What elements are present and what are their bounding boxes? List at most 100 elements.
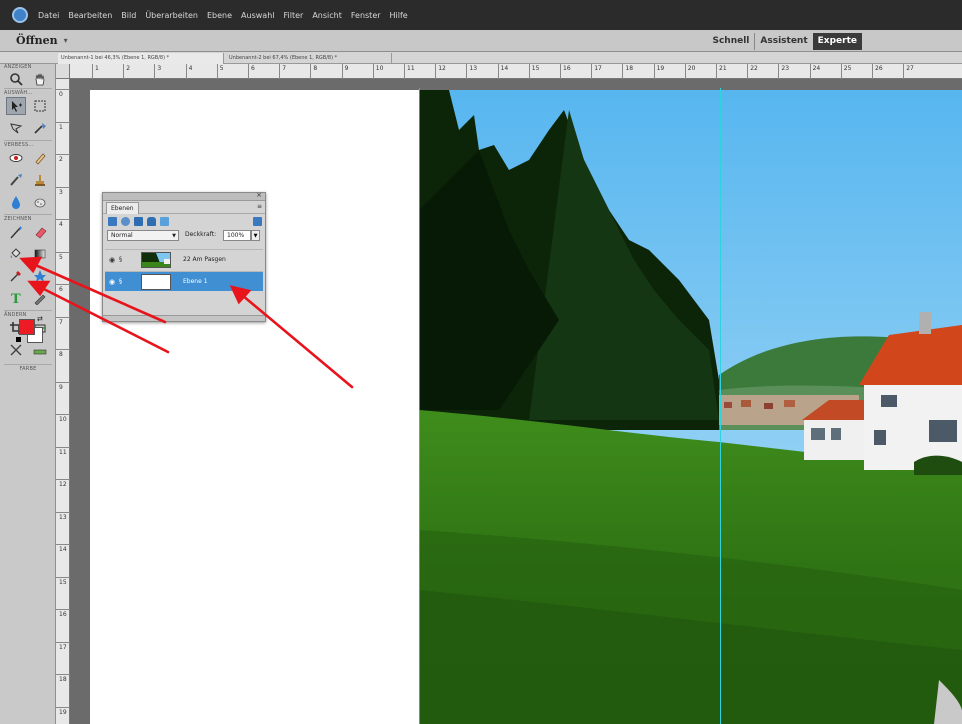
ruler-label-h: 12	[438, 65, 446, 72]
menu-auswahl[interactable]: Auswahl	[241, 11, 274, 20]
open-dropdown-icon[interactable]: ▾	[64, 36, 68, 45]
content-aware-move-icon[interactable]	[6, 341, 26, 359]
straighten-tool-icon[interactable]	[30, 341, 50, 359]
menu-datei[interactable]: Datei	[38, 11, 59, 20]
ruler-tick-v: 11	[56, 446, 70, 456]
ruler-corner	[56, 64, 70, 79]
toolbox-section-aendern: ÄNDERN	[4, 310, 52, 318]
smart-brush-icon[interactable]	[6, 171, 26, 189]
ruler-label-h: 6	[251, 65, 255, 72]
ruler-tick-h: 10	[372, 64, 383, 79]
default-colors-icon[interactable]	[16, 337, 21, 342]
opacity-dropdown-icon[interactable]: ▼	[251, 230, 260, 241]
adjustment-layer-icon[interactable]	[121, 217, 130, 226]
gradient-tool-icon[interactable]	[30, 245, 50, 263]
ruler-label-h: 3	[157, 65, 162, 72]
ruler-tick-h: 4	[185, 64, 192, 79]
doc-tab-1[interactable]: Unbenannt-1 bei 46,3% (Ebene 1, RGB/8) *	[58, 53, 224, 64]
ruler-tick-v: 3	[56, 186, 70, 196]
layers-panel-resize-handle[interactable]	[103, 315, 265, 321]
new-layer-icon[interactable]	[108, 217, 117, 226]
panel-menu-icon[interactable]: ≡	[257, 203, 262, 210]
ruler-tick-h: 21	[716, 64, 727, 79]
spot-healing-icon[interactable]	[30, 149, 50, 167]
app-logo-icon[interactable]	[12, 7, 28, 23]
pencil-tool-icon[interactable]	[30, 289, 50, 307]
mode-schnell[interactable]: Schnell	[707, 33, 754, 50]
ruler-tick-h: 17	[591, 64, 602, 79]
layer-row-photo[interactable]: ◉ § 22 Am Pasgen	[105, 249, 263, 269]
foreground-color-swatch[interactable]	[19, 319, 35, 335]
menu-ansicht[interactable]: Ansicht	[312, 11, 342, 20]
ruler-tick-v: 10	[56, 414, 70, 423]
layers-panel-titlebar[interactable]: ×	[103, 191, 265, 201]
swap-colors-icon[interactable]: ⇄	[37, 315, 43, 323]
ruler-label-h: 16	[563, 65, 571, 72]
visibility-eye-icon[interactable]: ◉	[109, 256, 115, 264]
sponge-tool-icon[interactable]	[30, 193, 50, 211]
mode-assistent[interactable]: Assistent	[754, 33, 812, 50]
lock-icon[interactable]	[147, 217, 156, 226]
menu-hilfe[interactable]: Hilfe	[390, 11, 408, 20]
layer-link-icon[interactable]: §	[119, 278, 122, 285]
ruler-tick-h: 13	[466, 64, 477, 79]
opacity-input[interactable]: 100%	[223, 230, 251, 241]
type-tool-icon[interactable]: T	[6, 289, 26, 307]
ruler-tick-h: 18	[622, 64, 633, 79]
ruler-tick-h: 16	[560, 64, 571, 79]
menu-bearbeiten[interactable]: Bearbeiten	[68, 11, 112, 20]
ruler-label-h: 22	[750, 65, 758, 72]
svg-text:T: T	[11, 292, 21, 305]
ruler-tick-v: 9	[56, 381, 70, 391]
mode-experte[interactable]: Experte	[812, 33, 862, 50]
brush-tool-icon[interactable]	[6, 223, 26, 241]
ruler-tick-v: 1	[56, 121, 70, 131]
ruler-tick-h: 19	[653, 64, 664, 79]
ruler-label-h: 13	[469, 65, 478, 72]
hand-tool-icon[interactable]	[30, 70, 50, 88]
tab-ebenen[interactable]: Ebenen	[106, 202, 139, 214]
ruler-label-h: 11	[407, 65, 415, 72]
ruler-label-v: 5	[59, 253, 63, 261]
ruler-label-v: 10	[59, 416, 67, 423]
open-button[interactable]: Öffnen	[16, 34, 58, 47]
layers-panel: × Ebenen ≡ Normal ▼ Deckkraft: 100% ▼ ◉ …	[102, 191, 266, 322]
canvas-guide[interactable]	[720, 88, 721, 724]
zoom-tool-icon[interactable]	[6, 70, 26, 88]
paint-bucket-icon[interactable]	[6, 245, 26, 263]
ruler-label-v: 0	[59, 91, 63, 98]
delete-layer-icon[interactable]	[253, 217, 262, 226]
ruler-tick-v: 5	[56, 251, 70, 261]
move-tool-icon[interactable]	[6, 97, 26, 115]
blend-mode-value: Normal	[111, 232, 133, 239]
menu-ueberarbeiten[interactable]: Überarbeiten	[145, 11, 198, 20]
custom-shape-icon[interactable]	[30, 267, 50, 285]
ruler-label-v: 11	[59, 448, 67, 456]
layer-row-ebene-1[interactable]: ◉ § Ebene 1	[105, 271, 263, 291]
lasso-tool-icon[interactable]	[6, 119, 26, 137]
layer-mask-icon[interactable]	[134, 217, 143, 226]
menu-ebene[interactable]: Ebene	[207, 11, 232, 20]
blend-mode-select[interactable]: Normal ▼	[107, 230, 179, 241]
ruler-label-v: 3	[59, 188, 63, 196]
doc-tab-2[interactable]: Unbenannt-2 bei 67,4% (Ebene 1, RGB/8) *	[226, 53, 392, 64]
menu-filter[interactable]: Filter	[284, 11, 304, 20]
layer-link-icon[interactable]: §	[119, 256, 122, 263]
eraser-tool-icon[interactable]	[30, 223, 50, 241]
ruler-label-h: 27	[906, 65, 914, 72]
rectangle-marquee-icon[interactable]	[30, 97, 50, 115]
clone-stamp-icon[interactable]	[30, 171, 50, 189]
red-eye-tool-icon[interactable]	[6, 149, 26, 167]
link-layers-icon[interactable]	[160, 217, 169, 226]
menu-bild[interactable]: Bild	[121, 11, 136, 20]
ruler-label-v: 4	[59, 221, 63, 228]
blur-tool-icon[interactable]	[6, 193, 26, 211]
quick-selection-icon[interactable]	[30, 119, 50, 137]
menu-fenster[interactable]: Fenster	[351, 11, 381, 20]
eyedropper-tool-icon[interactable]	[6, 267, 26, 285]
horizontal-ruler: 1 2 3 4 5 6 7 8 9 10 11 12 13 14 15 16 17 18 19 20 21 22 23 24 2…	[70, 64, 962, 79]
ruler-tick-h: 7	[279, 64, 286, 79]
panel-close-icon[interactable]: ×	[256, 191, 262, 199]
ruler-tick-v: 8	[56, 349, 70, 358]
visibility-eye-icon[interactable]: ◉	[109, 278, 115, 286]
